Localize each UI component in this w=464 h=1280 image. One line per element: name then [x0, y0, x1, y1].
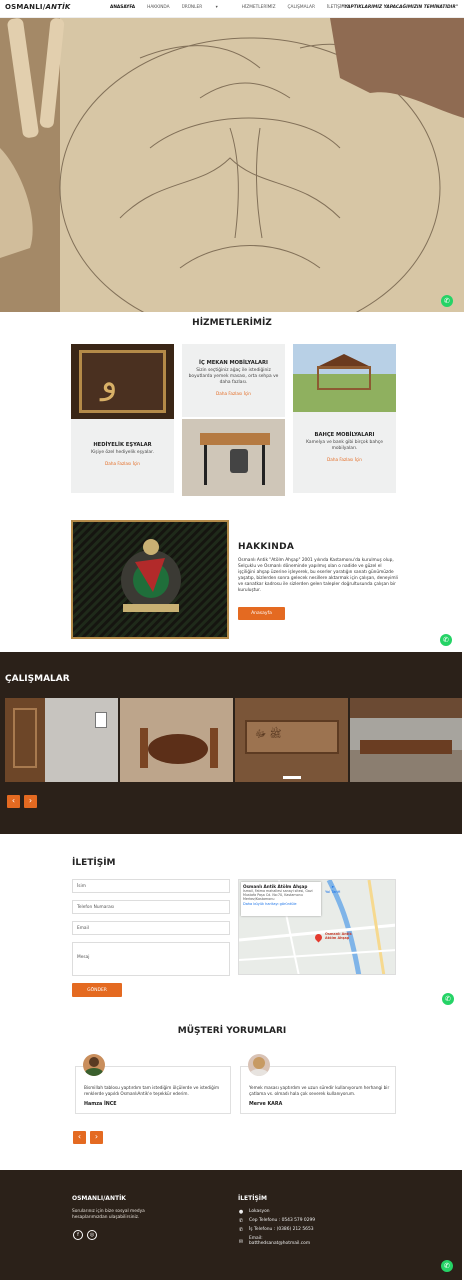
footer-contact-title: İLETİŞİM: [238, 1195, 268, 1202]
work-image-3[interactable]: ﷺ ﷻ: [235, 698, 348, 782]
name-input[interactable]: İsim: [72, 879, 230, 893]
reviews-title: MÜŞTERİ YORUMLARI: [177, 1026, 287, 1036]
avatar: [248, 1054, 270, 1076]
nav-hizmetlerimiz[interactable]: HİZMETLERİMİZ: [242, 5, 276, 10]
instagram-icon[interactable]: ◎: [87, 1230, 97, 1240]
nav-calismalar[interactable]: ÇALIŞMALAR: [288, 5, 315, 10]
work-image-2[interactable]: [120, 698, 233, 782]
logo-text-italic: ANTİK: [45, 3, 71, 11]
avatar: [83, 1054, 105, 1076]
footer-work-phone-label: İş Telefonu : (0386) 212 5653: [249, 1227, 314, 1232]
service-name: BAHÇE MOBİLYALARI: [314, 432, 375, 438]
whatsapp-icon[interactable]: ✆: [441, 1260, 453, 1272]
hero-image: [0, 18, 464, 312]
about-title: HAKKINDA: [238, 542, 295, 552]
footer: OSMANLI/ANTİK Sorularınız için bize sosy…: [0, 1170, 462, 1280]
footer-mobile[interactable]: ✆ Cep Telefonu : 0543 579 0299: [238, 1218, 315, 1224]
chevron-down-icon: ▾: [215, 5, 218, 10]
nav-urunler-label: ÜRÜNLER: [181, 5, 203, 10]
service-link[interactable]: Daha Fazlası İçin: [186, 391, 281, 396]
main-nav: ANASAYFA HAKKINDA ÜRÜNLER ▾ HİZMETLERİMİ…: [110, 5, 357, 10]
contact-title: İLETİŞİM: [72, 858, 116, 868]
footer-work-phone[interactable]: ✆ İş Telefonu : (0386) 212 5653: [238, 1227, 314, 1233]
about-text: Osmanlı Antik "Atölm Ahşap" 2001 yılında…: [238, 558, 398, 593]
about-image: [71, 520, 229, 639]
map-directions-label: Yol Tarifi: [325, 889, 341, 894]
works-title: ÇALIŞMALAR: [5, 674, 70, 684]
whatsapp-icon[interactable]: ✆: [440, 634, 452, 646]
service-desc: Sizin seçtiğiniz ağaç ile istediğiniz bo…: [188, 368, 279, 385]
service-desc: Kamelya ve bank gibi birçok bahçe mobily…: [306, 440, 383, 451]
map-info-box: Osmanlı Antik Atölm Ahşap İsmail, Fatma …: [241, 882, 321, 916]
nav-urunler[interactable]: ÜRÜNLER ▾: [182, 5, 230, 10]
works-next-button[interactable]: ›: [24, 795, 37, 808]
map-pin-label: Osmanlı Antik Atölm Ahşap: [325, 932, 352, 940]
map-directions-link[interactable]: ➤ Yol Tarifi: [325, 884, 340, 894]
review-author: Merve KARA: [249, 1102, 283, 1107]
ottoman-coat-of-arms-image: [73, 522, 227, 637]
message-textarea[interactable]: Mesaj: [72, 942, 230, 976]
service-link[interactable]: Daha Fazlası İçin: [75, 461, 170, 466]
work-image-1[interactable]: [5, 698, 118, 782]
service-image-ic-mekan: [182, 419, 285, 496]
phone-icon: ✆: [238, 1218, 244, 1224]
work-image-4[interactable]: [350, 698, 462, 782]
review-text: Bismillah tablosu yaptırdım tam istediği…: [84, 1085, 220, 1096]
service-text-ic-mekan: İÇ MEKAN MOBİLYALARI Sizin seçtiğiniz ağ…: [186, 360, 281, 396]
footer-mobile-label: Cep Telefonu : 0543 579 0299: [249, 1218, 316, 1223]
works-section: ÇALIŞMALAR ﷺ ﷻ ‹ ›: [0, 652, 462, 834]
map-address: İsmail, Fatma mahallesi sanayi sitesi, G…: [243, 889, 313, 902]
review-text: Yemek masası yaptırdım ve uzun süredir k…: [249, 1085, 390, 1096]
envelope-icon: ✉: [238, 1239, 244, 1245]
service-text-hediyelik: HEDİYELİK EŞYALAR Kişiye özel hediyelik …: [75, 442, 170, 466]
header-tagline: "YAPTIKLARIMIZ YAPACAĞIMIZIN TEMİNATIDIR…: [342, 5, 458, 10]
footer-email-value: batthedsanat@hotmail.com: [249, 1241, 311, 1246]
service-image-hediyelik: و: [71, 344, 174, 419]
top-navbar: OSMANLI/ANTİK ANASAYFA HAKKINDA ÜRÜNLER …: [0, 0, 464, 18]
footer-email[interactable]: ✉ Email: batthedsanat@hotmail.com: [238, 1236, 310, 1246]
site-logo[interactable]: OSMANLI/ANTİK: [5, 3, 71, 11]
service-desc: Kişiye özel hediyelik eşyalar.: [91, 450, 154, 455]
works-prev-button[interactable]: ‹: [7, 795, 20, 808]
phone-icon: ✆: [238, 1227, 244, 1233]
nav-hakkinda[interactable]: HAKKINDA: [147, 5, 169, 10]
nav-anasayfa[interactable]: ANASAYFA: [110, 5, 135, 10]
service-text-bahce: BAHÇE MOBİLYALARI Kamelya ve bank gibi b…: [297, 432, 392, 462]
facebook-icon[interactable]: f: [73, 1230, 83, 1240]
phone-input[interactable]: Telefon Numarası: [72, 900, 230, 914]
whatsapp-icon[interactable]: ✆: [441, 295, 453, 307]
map-larger-link[interactable]: Daha büyük haritayı görüntüle: [243, 902, 319, 906]
email-input[interactable]: Email: [72, 921, 230, 935]
service-link[interactable]: Daha Fazlası İçin: [297, 457, 392, 462]
footer-brand: OSMANLI/ANTİK: [72, 1195, 126, 1202]
footer-location[interactable]: ● Lokasyon: [238, 1209, 270, 1215]
google-map[interactable]: Osmanlı Antik Atölm Ahşap İsmail, Fatma …: [238, 879, 396, 975]
location-pin-icon: ●: [238, 1209, 244, 1215]
service-name: HEDİYELİK EŞYALAR: [93, 442, 152, 448]
whatsapp-icon[interactable]: ✆: [442, 993, 454, 1005]
service-image-bahce: [293, 344, 396, 412]
submit-button[interactable]: GÖNDER: [72, 983, 122, 997]
footer-location-label: Lokasyon: [249, 1209, 270, 1214]
wood-carving-illustration: [0, 18, 464, 312]
reviews-prev-button[interactable]: ‹: [73, 1131, 86, 1144]
service-name: İÇ MEKAN MOBİLYALARI: [199, 360, 268, 366]
logo-text: OSMANLI/: [5, 3, 46, 11]
about-homepage-button[interactable]: Anasayfa: [238, 607, 285, 620]
services-title: HİZMETLERİMİZ: [192, 318, 272, 328]
reviews-next-button[interactable]: ›: [90, 1131, 103, 1144]
review-author: Hamza İNCE: [84, 1102, 117, 1107]
footer-description: Sorularınız için bize sosyal medya hesap…: [72, 1209, 145, 1220]
